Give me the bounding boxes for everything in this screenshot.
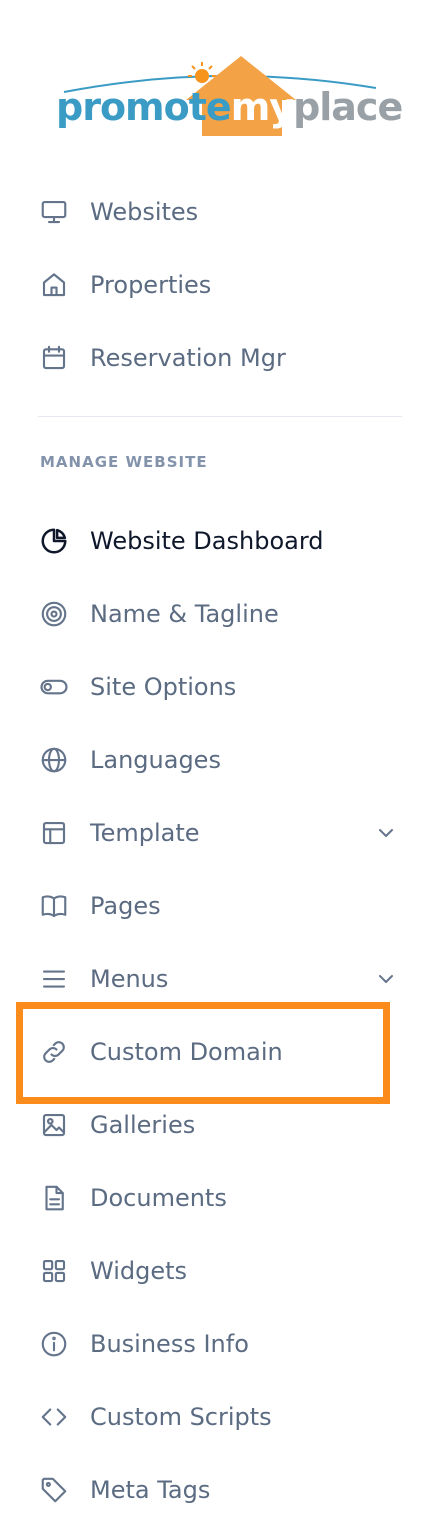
nav-item-label: Languages (90, 746, 221, 774)
section-title-manage-website: MANAGE WEBSITE (40, 453, 208, 471)
nav-item-label: Reservation Mgr (90, 344, 286, 372)
nav-item-widgets[interactable]: Widgets (38, 1249, 402, 1293)
nav-item-reservation-mgr[interactable]: Reservation Mgr (38, 336, 402, 380)
nav-item-label: Template (90, 819, 200, 847)
nav-item-galleries[interactable]: Galleries (38, 1103, 402, 1147)
nav-item-menus[interactable]: Menus (38, 957, 402, 1001)
menu-icon (38, 963, 70, 995)
logo-word-promote: promote (56, 85, 232, 129)
nav-item-site-options[interactable]: Site Options (38, 665, 402, 709)
monitor-icon (38, 196, 70, 228)
nav-item-label: Name & Tagline (90, 600, 279, 628)
nav-item-label: Meta Tags (90, 1476, 211, 1504)
chevron-down-icon[interactable] (376, 969, 396, 989)
nav-item-business-info[interactable]: Business Info (38, 1322, 402, 1366)
nav-item-label: Properties (90, 271, 212, 299)
nav-divider (38, 416, 402, 417)
nav-item-name-tagline[interactable]: Name & Tagline (38, 592, 402, 636)
nav-item-label: Business Info (90, 1330, 249, 1358)
tag-icon (38, 1474, 70, 1506)
nav-item-languages[interactable]: Languages (38, 738, 402, 782)
calendar-icon (38, 342, 70, 374)
logo-word-my: my (230, 85, 294, 129)
grid-icon (38, 1255, 70, 1287)
globe-icon (38, 744, 70, 776)
nav-item-template[interactable]: Template (38, 811, 402, 855)
nav-item-label: Websites (90, 198, 199, 226)
nav-item-custom-scripts[interactable]: Custom Scripts (38, 1395, 402, 1439)
image-icon (38, 1109, 70, 1141)
nav-item-documents[interactable]: Documents (38, 1176, 402, 1220)
promotemyplace-logo[interactable]: promotemyplace (56, 52, 403, 142)
chevron-down-icon[interactable] (376, 823, 396, 843)
target-icon (38, 598, 70, 630)
code-icon (38, 1401, 70, 1433)
nav-item-label: Custom Scripts (90, 1403, 272, 1431)
nav-item-label: Custom Domain (90, 1038, 283, 1066)
nav-item-website-dashboard[interactable]: Website Dashboard (38, 519, 402, 563)
logo-wordmark: promotemyplace (56, 85, 403, 129)
link-icon (38, 1036, 70, 1068)
nav-item-pages[interactable]: Pages (38, 884, 402, 928)
logo-word-place: place (293, 85, 403, 129)
nav-item-label: Documents (90, 1184, 227, 1212)
nav-item-properties[interactable]: Properties (38, 263, 402, 307)
nav-item-label: Site Options (90, 673, 237, 701)
document-icon (38, 1182, 70, 1214)
nav-item-label: Menus (90, 965, 169, 993)
nav-item-label: Pages (90, 892, 161, 920)
nav-item-label: Galleries (90, 1111, 196, 1139)
nav-item-custom-domain[interactable]: Custom Domain (38, 1030, 402, 1074)
book-open-icon (38, 890, 70, 922)
nav-item-label: Widgets (90, 1257, 188, 1285)
pie-chart-icon (38, 525, 70, 557)
nav-item-meta-tags[interactable]: Meta Tags (38, 1468, 402, 1512)
home-icon (38, 269, 70, 301)
nav-item-label: Website Dashboard (90, 527, 324, 555)
layout-icon (38, 817, 70, 849)
nav-item-websites[interactable]: Websites (38, 190, 402, 234)
info-icon (38, 1328, 70, 1360)
toggle-icon (38, 671, 70, 703)
